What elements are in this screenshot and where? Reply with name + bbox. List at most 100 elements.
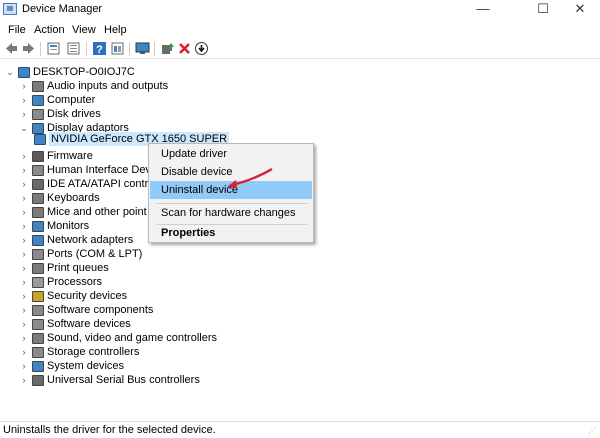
toolbar: ?: [0, 39, 600, 59]
resize-grip-icon[interactable]: ⋰: [588, 426, 598, 436]
title-bar: Device Manager — ☐ ✕: [0, 0, 600, 20]
chevron-right-icon[interactable]: ›: [20, 376, 28, 385]
close-button[interactable]: ✕: [560, 0, 600, 20]
device-category-icon: [32, 94, 44, 106]
properties-sheet-icon[interactable]: [46, 41, 61, 56]
monitor-scan-icon[interactable]: [135, 41, 150, 56]
chevron-right-icon[interactable]: ›: [20, 236, 28, 245]
minimize-button[interactable]: —: [460, 0, 506, 20]
tree-item-print-queues[interactable]: › Print queues: [20, 261, 109, 275]
menu-file[interactable]: File: [8, 24, 26, 36]
menu-view[interactable]: View: [72, 24, 96, 36]
tree-item-system-devices[interactable]: › System devices: [20, 359, 125, 373]
forward-arrow-icon[interactable]: [21, 41, 36, 56]
device-category-icon: [32, 164, 44, 176]
menu-help[interactable]: Help: [104, 24, 127, 36]
tree-item-label: Audio inputs and outputs: [47, 80, 169, 92]
device-category-icon: [32, 374, 44, 386]
chevron-right-icon[interactable]: ›: [20, 82, 28, 91]
tree-item-universal-serial-bus-controllers[interactable]: › Universal Serial Bus controllers: [20, 373, 200, 387]
chevron-right-icon[interactable]: ›: [20, 320, 28, 329]
device-category-icon: [32, 346, 44, 358]
device-manager-icon: [3, 3, 17, 15]
chevron-right-icon[interactable]: ›: [20, 362, 28, 371]
tree-item-human-interface-dev[interactable]: › Human Interface Dev: [20, 163, 151, 177]
menu-update-driver[interactable]: Update driver: [150, 145, 312, 163]
tree-item-label: Mice and other point: [47, 206, 147, 218]
toolbar-separator: [129, 42, 130, 56]
toolbar-separator: [40, 42, 41, 56]
chevron-right-icon[interactable]: ›: [20, 348, 28, 357]
tree-item-ide-ata-atapi-contro[interactable]: › IDE ATA/ATAPI contro: [20, 177, 155, 191]
tree-item-network-adapters[interactable]: › Network adapters: [20, 233, 134, 247]
menu-bar: File Action View Help: [0, 21, 600, 39]
chevron-right-icon[interactable]: ›: [20, 166, 28, 175]
tree-item-label: Computer: [47, 94, 96, 106]
status-bar: Uninstalls the driver for the selected d…: [0, 421, 600, 438]
device-category-icon: [32, 206, 44, 218]
tree-item-audio-inputs-and-outputs[interactable]: › Audio inputs and outputs: [20, 79, 169, 93]
status-text: Uninstalls the driver for the selected d…: [3, 424, 216, 436]
tree-item-label: Print queues: [47, 262, 109, 274]
chevron-right-icon[interactable]: ›: [20, 306, 28, 315]
tree-item-label: Firmware: [47, 150, 93, 162]
tree-item-label: Software components: [47, 304, 154, 316]
chevron-right-icon[interactable]: ›: [20, 264, 28, 273]
menu-scan-hardware[interactable]: Scan for hardware changes: [150, 204, 312, 222]
device-category-icon: [32, 80, 44, 92]
help-icon[interactable]: ?: [92, 41, 107, 56]
tree-item-security-devices[interactable]: › Security devices: [20, 289, 128, 303]
chevron-right-icon[interactable]: ›: [20, 250, 28, 259]
context-menu: Update driver Disable device Uninstall d…: [148, 143, 314, 243]
tree-item-mice-and-other-point[interactable]: › Mice and other point: [20, 205, 147, 219]
svg-text:?: ?: [96, 44, 103, 56]
chevron-right-icon[interactable]: ›: [20, 180, 28, 189]
tree-item-disk-drives[interactable]: › Disk drives: [20, 107, 101, 121]
toolbar-separator: [86, 42, 87, 56]
tree-item-label: Monitors: [47, 220, 90, 232]
toolbar-separator: [154, 42, 155, 56]
device-list-icon[interactable]: [66, 41, 81, 56]
chevron-down-icon[interactable]: ⌄: [6, 68, 14, 77]
tree-item-label: Network adapters: [47, 234, 134, 246]
back-arrow-icon[interactable]: [4, 41, 19, 56]
tree-root[interactable]: ⌄ DESKTOP-O0IOJ7C: [6, 65, 135, 79]
device-category-icon: [32, 318, 44, 330]
chevron-right-icon[interactable]: ›: [20, 110, 28, 119]
chevron-right-icon[interactable]: ›: [20, 194, 28, 203]
tree-item-ports-com-lpt[interactable]: › Ports (COM & LPT): [20, 247, 143, 261]
device-category-icon: [32, 150, 44, 162]
tree-item-label: Software devices: [47, 318, 131, 330]
update-driver-icon[interactable]: [160, 41, 175, 56]
chevron-down-icon[interactable]: ⌄: [20, 124, 28, 133]
tree-item-sound-video-and-game-controllers[interactable]: › Sound, video and game controllers: [20, 331, 218, 345]
tree-item-computer[interactable]: › Computer: [20, 93, 96, 107]
tree-item-processors[interactable]: › Processors: [20, 275, 103, 289]
chevron-right-icon[interactable]: ›: [20, 278, 28, 287]
view-list-icon[interactable]: [110, 41, 125, 56]
menu-properties[interactable]: Properties: [150, 224, 312, 242]
uninstall-x-icon[interactable]: [177, 41, 192, 56]
chevron-right-icon[interactable]: ›: [20, 208, 28, 217]
tree-item-software-devices[interactable]: › Software devices: [20, 317, 131, 331]
window-title: Device Manager: [22, 3, 103, 15]
tree-item-label: Human Interface Dev: [47, 164, 151, 176]
tree-item-label: Disk drives: [47, 108, 101, 120]
chevron-right-icon[interactable]: ›: [20, 96, 28, 105]
tree-item-monitors[interactable]: › Monitors: [20, 219, 90, 233]
tree-item-label: Keyboards: [47, 192, 100, 204]
chevron-right-icon[interactable]: ›: [20, 292, 28, 301]
tree-item-software-components[interactable]: › Software components: [20, 303, 154, 317]
device-category-icon: [32, 276, 44, 288]
download-circle-icon[interactable]: [194, 41, 209, 56]
tree-item-firmware[interactable]: › Firmware: [20, 149, 93, 163]
device-category-icon: [32, 234, 44, 246]
tree-item-storage-controllers[interactable]: › Storage controllers: [20, 345, 140, 359]
chevron-right-icon[interactable]: ›: [20, 152, 28, 161]
tree-item-keyboards[interactable]: › Keyboards: [20, 191, 100, 205]
chevron-right-icon[interactable]: ›: [20, 334, 28, 343]
menu-action[interactable]: Action: [34, 24, 65, 36]
tree-item-label: Universal Serial Bus controllers: [47, 374, 200, 386]
display-adapter-icon: [34, 133, 46, 145]
chevron-right-icon[interactable]: ›: [20, 222, 28, 231]
